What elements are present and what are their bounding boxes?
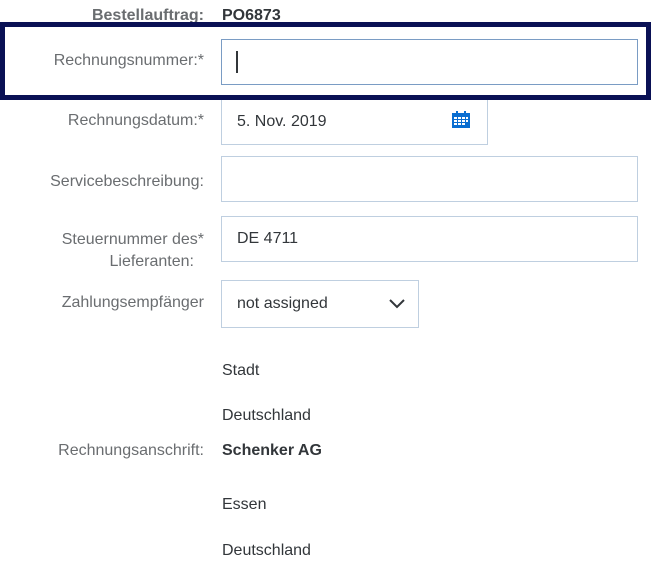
calendar-icon[interactable] [451,110,471,130]
invoice-number-label: Rechnungsnummer:* [54,50,204,72]
tax-number-label-line2: Lieferanten: [109,253,194,270]
purchase-order-value: PO6873 [222,7,281,24]
tax-number-value: DE 4711 [237,230,299,247]
payee-label: Zahlungsempfänger [61,294,204,311]
text-caret [236,51,238,73]
payee-country: Deutschland [222,407,311,424]
service-description-input[interactable] [221,156,638,202]
required-marker: * [197,112,204,129]
billing-address-city: Essen [222,496,267,513]
invoice-number-input[interactable] [221,39,638,85]
service-description-label: Servicebeschreibung: [50,173,204,190]
purchase-order-label: Bestellauftrag: [91,7,204,24]
chevron-down-icon [389,299,405,309]
required-marker: * [197,231,204,248]
invoice-date-label-text: Rechnungsdatum: [67,112,198,129]
invoice-date-value: 5. Nov. 2019 [237,113,327,130]
required-marker: * [197,52,204,69]
billing-address-label: Rechnungsanschrift: [58,442,204,459]
payee-city: Stadt [222,362,260,379]
invoice-date-input[interactable]: 5. Nov. 2019 [221,99,488,145]
payee-selected-value: not assigned [237,295,328,312]
tax-number-label: Steuernummer des* Lieferanten: [62,229,204,273]
tax-number-input[interactable]: DE 4711 [221,216,638,262]
tax-number-label-line1: Steuernummer des [61,231,198,248]
invoice-date-label: Rechnungsdatum:* [68,110,204,132]
payee-select[interactable]: not assigned [221,280,419,328]
billing-address-name: Schenker AG [222,442,322,459]
invoice-number-label-text: Rechnungsnummer: [53,52,198,69]
billing-address-country: Deutschland [222,542,311,559]
